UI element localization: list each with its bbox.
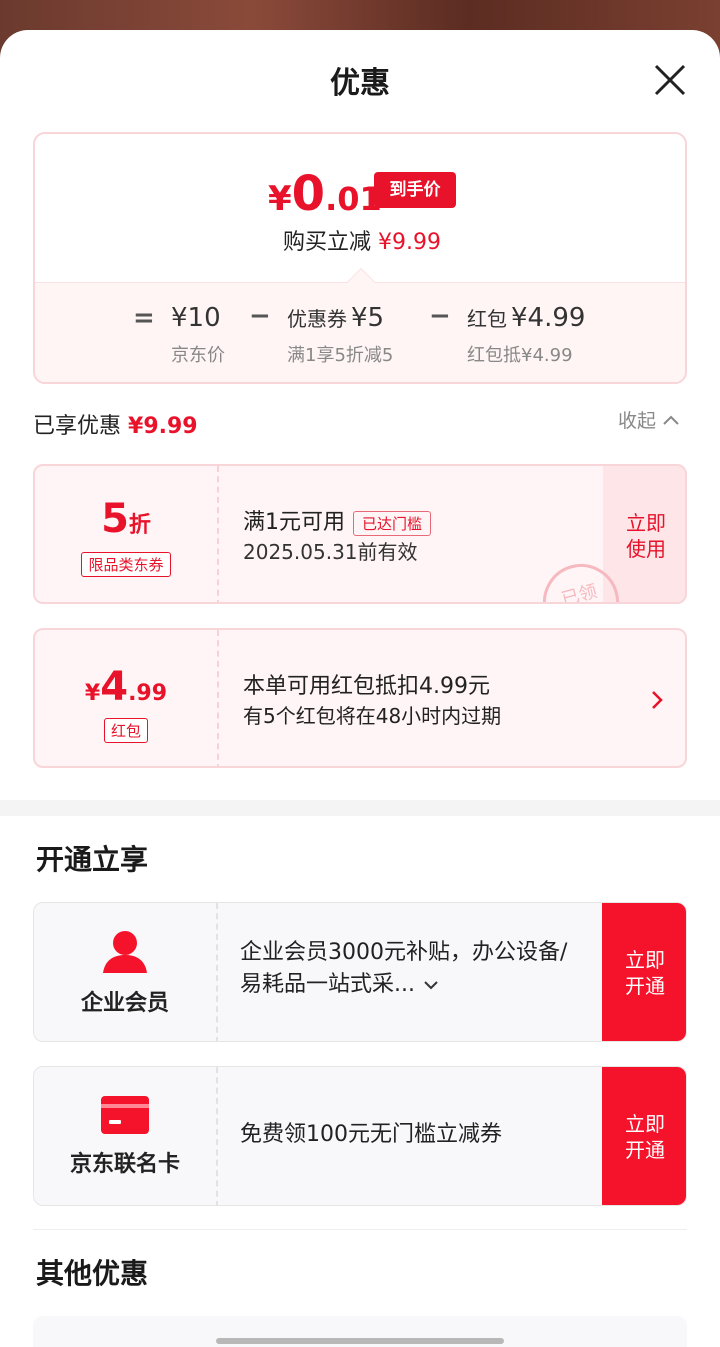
redpacket-value: 红包 ¥4.99 (467, 303, 585, 333)
reduce-amount: ¥9.99 (378, 230, 441, 255)
reduce-line: 购买立减 ¥9.99 (35, 224, 685, 256)
redpacket-value-block: ¥4.99 红包 (35, 630, 217, 766)
redpacket-line2: 有5个红包将在48小时内过期 (243, 704, 502, 728)
price-breakdown-card: ¥ 0 .01 到手价 购买立减 ¥9.99 = ¥10 京东价 − 优惠券 ¥5… (33, 132, 687, 384)
coupon-label: 优惠券 (287, 307, 347, 331)
open-enterprise-button[interactable]: 立即开通 (602, 903, 686, 1041)
coupon-divider (217, 630, 219, 766)
collapse-button[interactable]: 收起 (618, 406, 682, 433)
open-cobrand-label: 立即开通 (625, 1112, 665, 1162)
redpacket-card[interactable]: ¥4.99 红包 本单可用红包抵扣4.99元 有5个红包将在48小时内过期 (33, 628, 687, 768)
other-section-title: 其他优惠 (36, 1257, 149, 1290)
user-icon (103, 931, 147, 973)
enterprise-member-name: 企业会员 (80, 991, 169, 1016)
jd-price-label: 京东价 (171, 345, 225, 366)
enjoyed-discount: 已享优惠 ¥9.99 (33, 408, 198, 440)
close-button[interactable] (648, 58, 692, 102)
open-cobrand-button[interactable]: 立即开通 (602, 1067, 686, 1205)
credit-card-icon (101, 1096, 149, 1134)
jd-cobrand-block: 京东联名卡 (34, 1067, 216, 1205)
coupon-condition: 满1元可用 已达门槛 (243, 504, 432, 536)
coupon-value: 优惠券 ¥5 (287, 303, 384, 333)
redpacket-tag: 红包 (103, 718, 148, 743)
threshold-reached-tag: 已达门槛 (353, 510, 432, 536)
redpacket-int: 4 (100, 664, 129, 710)
enterprise-member-block: 企业会员 (34, 903, 216, 1041)
coupon-value-block: 5折 限品类东券 (35, 466, 217, 602)
redpacket-amount: ¥4.99 (511, 303, 586, 333)
redpacket-currency: ¥ (84, 681, 101, 706)
currency-symbol: ¥ (268, 179, 292, 219)
equals-sign: = (133, 303, 155, 333)
coupon-sub: 满1享5折减5 (287, 345, 394, 366)
enterprise-member-card: 企业会员 企业会员3000元补贴，办公设备/易耗品一站式采... 立即开通 (33, 902, 687, 1042)
redpacket-amount-display: ¥4.99 (35, 664, 217, 710)
reduce-label: 购买立减 (283, 230, 372, 255)
jd-price-value: ¥10 (171, 303, 221, 333)
divider-line (33, 1229, 687, 1230)
coupon-condition-text: 满1元可用 (243, 510, 345, 535)
jd-cobrand-desc: 免费领100元无门槛立减券 (240, 1122, 502, 1147)
coupon-type-tag: 限品类东券 (81, 552, 171, 577)
chevron-down-icon (424, 981, 438, 990)
jd-cobrand-name: 京东联名卡 (69, 1152, 180, 1177)
coupon-discount-unit: 折 (128, 513, 151, 538)
enjoyed-amount: ¥9.99 (128, 414, 198, 439)
enterprise-member-desc[interactable]: 企业会员3000元补贴，办公设备/易耗品一站式采... (240, 937, 586, 1001)
redpacket-sub: 红包抵¥4.99 (467, 345, 573, 366)
coupon-discount: 5折 (35, 496, 217, 542)
close-icon (654, 64, 686, 96)
redpacket-line1: 本单可用红包抵扣4.99元 (243, 674, 490, 699)
jd-cobrand-card: 京东联名卡 免费领100元无门槛立减券 立即开通 (33, 1066, 687, 1206)
collapse-label: 收起 (618, 410, 657, 432)
coupon-amount: ¥5 (351, 303, 385, 333)
final-price-integer: 0 (291, 166, 326, 222)
open-section-title: 开通立享 (36, 843, 149, 876)
enterprise-member-desc-text: 企业会员3000元补贴，办公设备/易耗品一站式采... (240, 940, 568, 997)
chevron-up-icon (663, 415, 679, 425)
coupon-expiry: 2025.05.31前有效 (243, 540, 418, 564)
price-formula: = ¥10 京东价 − 优惠券 ¥5 满1享5折减5 − 红包 ¥4.99 红包抵¥… (35, 267, 685, 382)
redpacket-label: 红包 (467, 307, 507, 331)
final-price: ¥ 0 .01 (268, 166, 382, 222)
card-divider (216, 903, 218, 1041)
minus-sign: − (249, 301, 271, 331)
use-coupon-label: 立即使用 (626, 511, 666, 561)
section-divider (0, 800, 720, 816)
final-price-badge: 到手价 (374, 172, 456, 208)
redpacket-dec: .99 (128, 681, 168, 706)
sheet-title: 优惠 (330, 66, 390, 101)
chevron-right-icon (652, 691, 663, 709)
open-enterprise-label: 立即开通 (625, 948, 665, 998)
coupon-divider (217, 466, 219, 602)
coupon-card-discount: 5折 限品类东券 满1元可用 已达门槛 2025.05.31前有效 立即使用 已领 (33, 464, 687, 604)
card-divider (216, 1067, 218, 1205)
home-indicator[interactable] (216, 1338, 504, 1344)
enjoyed-label: 已享优惠 (33, 414, 122, 439)
coupon-discount-number: 5 (101, 496, 129, 542)
discount-sheet: 优惠 ¥ 0 .01 到手价 购买立减 ¥9.99 = ¥10 京东价 − 优惠… (0, 30, 720, 1347)
minus-sign: − (429, 301, 451, 331)
use-coupon-button[interactable]: 立即使用 (603, 466, 685, 602)
